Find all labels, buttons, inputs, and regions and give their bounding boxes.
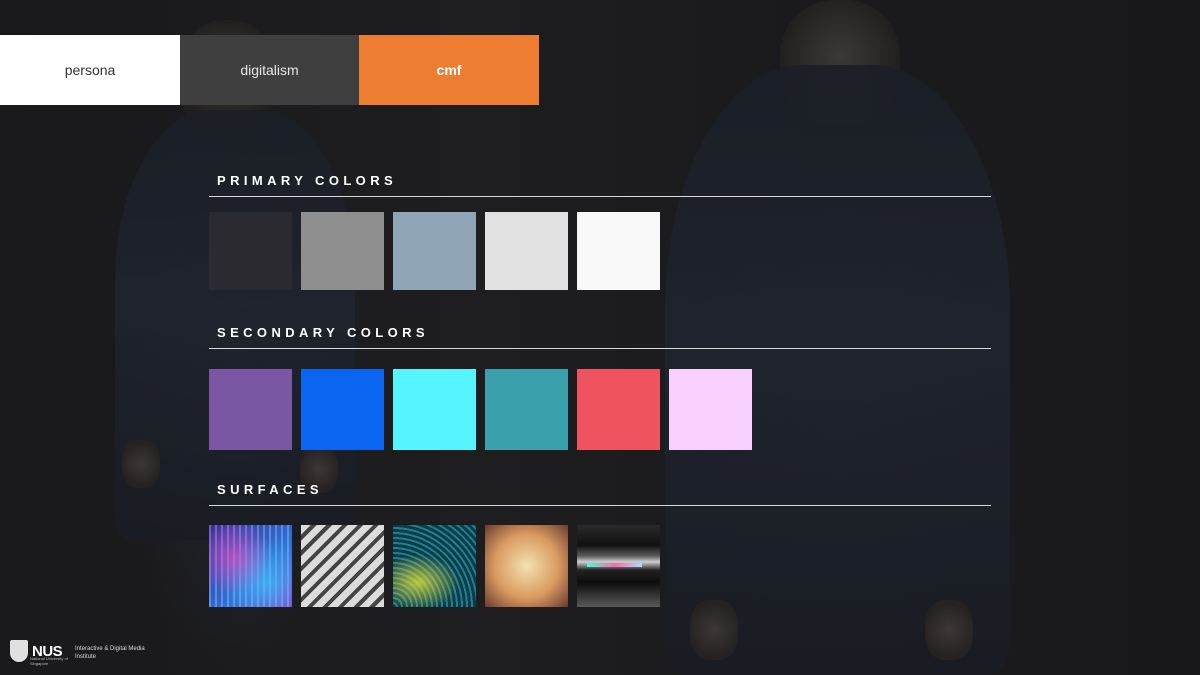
secondary-swatch[interactable] (393, 369, 476, 450)
nav-tabs: persona digitalism cmf (0, 35, 539, 105)
secondary-swatch[interactable] (209, 369, 292, 450)
surface-diagonal-stripes[interactable] (301, 525, 384, 607)
primary-swatch[interactable] (577, 212, 660, 290)
primary-swatch[interactable] (209, 212, 292, 290)
primary-swatch[interactable] (301, 212, 384, 290)
primary-divider (209, 196, 991, 197)
nus-subtitle: National University of Singapore (30, 656, 68, 666)
tab-digitalism[interactable]: digitalism (180, 35, 359, 105)
primary-swatch-row (209, 212, 660, 290)
tab-persona[interactable]: persona (0, 35, 180, 105)
surfaces-divider (209, 505, 991, 506)
surface-cellular[interactable] (485, 525, 568, 607)
secondary-swatch-row (209, 369, 752, 450)
institute-name: Interactive & Digital Media Institute (75, 646, 145, 660)
surfaces-row (209, 525, 660, 607)
surface-metallic-tube[interactable] (577, 525, 660, 607)
nus-crest-icon (10, 640, 28, 662)
secondary-swatch[interactable] (577, 369, 660, 450)
secondary-swatch[interactable] (301, 369, 384, 450)
secondary-divider (209, 348, 991, 349)
surface-dotted-gradient[interactable] (209, 525, 292, 607)
secondary-swatch[interactable] (669, 369, 752, 450)
secondary-colors-title: SECONDARY COLORS (217, 325, 429, 340)
primary-colors-title: PRIMARY COLORS (217, 173, 398, 188)
surface-wave-lines[interactable] (393, 525, 476, 607)
surfaces-title: SURFACES (217, 482, 323, 497)
tab-cmf[interactable]: cmf (359, 35, 539, 105)
primary-swatch[interactable] (393, 212, 476, 290)
secondary-swatch[interactable] (485, 369, 568, 450)
primary-swatch[interactable] (485, 212, 568, 290)
